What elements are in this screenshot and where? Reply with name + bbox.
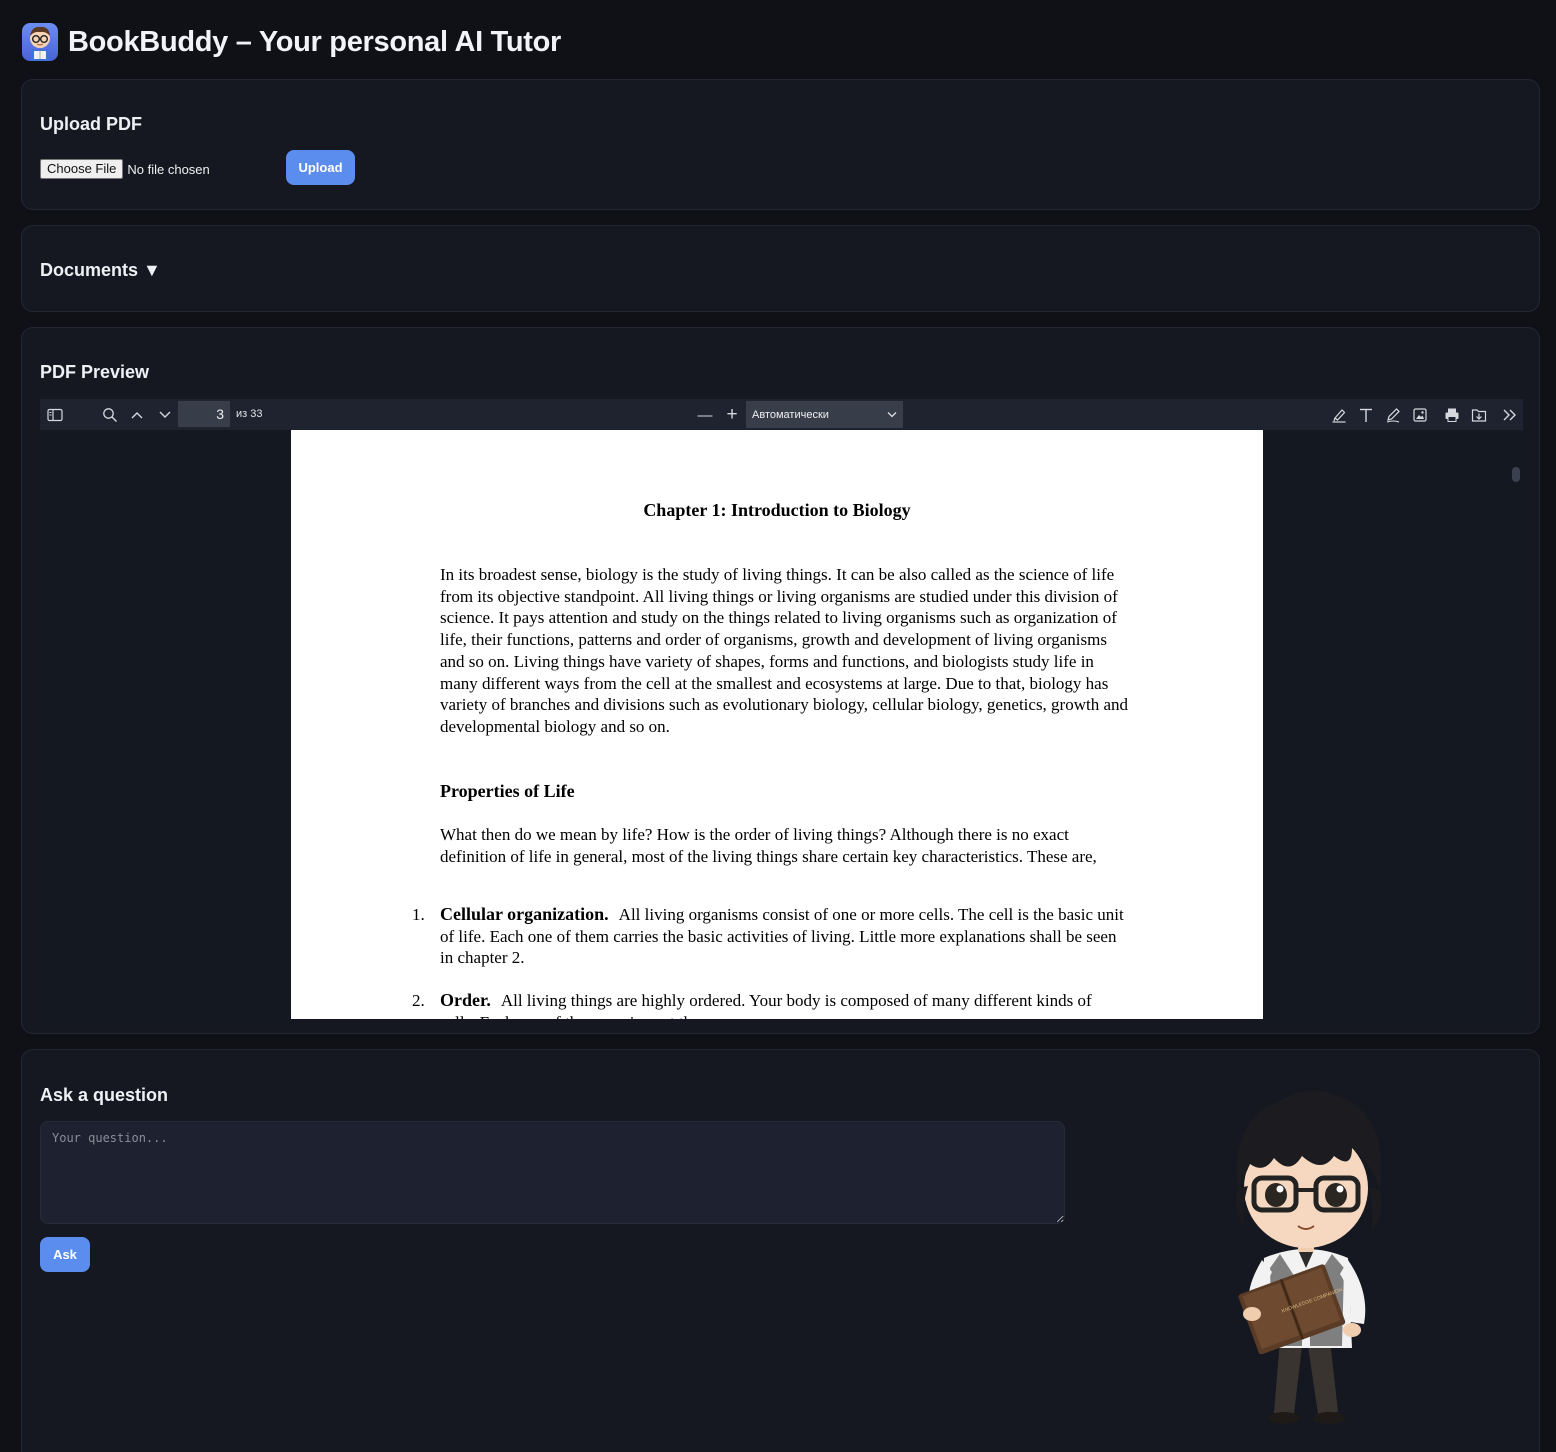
section-paragraph: What then do we mean by life? How is the… xyxy=(440,825,1097,866)
list-item-term: Cellular organization. xyxy=(440,904,609,924)
zoom-select-value: Автоматически xyxy=(752,408,829,421)
preview-card: PDF Preview из 33 — + Автоматически xyxy=(21,327,1540,1034)
list-item: 1. Cellular organization. All living orga… xyxy=(412,904,1130,969)
pdf-page: Chapter 1: Introduction to Biology In it… xyxy=(291,430,1263,1019)
pdf-viewer[interactable]: из 33 — + Автоматически xyxy=(40,399,1523,1019)
file-input[interactable]: Choose File No file chosen xyxy=(40,159,210,179)
section-heading: Properties of Life xyxy=(440,781,575,801)
image-icon[interactable] xyxy=(1409,404,1431,426)
text-tool-icon[interactable] xyxy=(1355,404,1377,426)
draw-icon[interactable] xyxy=(1382,404,1404,426)
ask-title: Ask a question xyxy=(40,1085,169,1105)
page-number-input[interactable] xyxy=(178,401,230,427)
print-icon[interactable] xyxy=(1441,404,1463,426)
chapter-title: Chapter 1: Introduction to Biology xyxy=(643,500,911,520)
upload-button[interactable]: Upload xyxy=(286,150,355,185)
list-item-text: All living things are highly ordered. Yo… xyxy=(440,991,1092,1019)
student-reading-icon xyxy=(22,23,58,61)
choose-file-button[interactable]: Choose File xyxy=(40,159,124,179)
highlight-icon[interactable] xyxy=(1328,404,1350,426)
upload-title: Upload PDF xyxy=(40,114,142,134)
question-input[interactable] xyxy=(40,1121,1065,1224)
list-item-term: Order. xyxy=(440,990,491,1010)
sidebar-toggle-icon[interactable] xyxy=(44,404,66,426)
documents-toggle[interactable]: Documents ▼ xyxy=(40,260,161,281)
file-status: No file chosen xyxy=(127,161,210,177)
documents-card[interactable]: Documents ▼ xyxy=(21,225,1540,312)
intro-paragraph: In its broadest sense, biology is the st… xyxy=(440,565,1129,736)
preview-title: PDF Preview xyxy=(40,362,150,382)
chevron-down-icon xyxy=(887,409,897,421)
search-icon[interactable] xyxy=(99,404,121,426)
zoom-in-icon[interactable]: + xyxy=(721,404,743,426)
page-count: из 33 xyxy=(236,408,263,420)
list-item-number: 2. xyxy=(412,991,425,1010)
list-item: 2. Order. All living things are highly or… xyxy=(412,990,1130,1019)
previous-page-icon[interactable] xyxy=(126,404,148,426)
zoom-select[interactable]: Автоматически xyxy=(746,401,903,428)
app-title: BookBuddy – Your personal AI Tutor xyxy=(68,25,562,58)
app-header: BookBuddy – Your personal AI Tutor xyxy=(22,22,561,62)
ask-button[interactable]: Ask xyxy=(40,1237,90,1272)
more-tools-icon[interactable] xyxy=(1499,404,1521,426)
next-page-icon[interactable] xyxy=(154,404,176,426)
ask-card: Ask a question Ask K xyxy=(21,1049,1540,1452)
upload-card: Upload PDF Choose File No file chosen Up… xyxy=(21,79,1540,210)
list-item-number: 1. xyxy=(412,905,425,924)
pdf-toolbar: из 33 — + Автоматически xyxy=(40,399,1523,430)
save-icon[interactable] xyxy=(1468,404,1490,426)
scrollbar-thumb[interactable] xyxy=(1512,467,1520,482)
tutor-mascot-image: KNOWLEDGE COMPANION xyxy=(1202,1078,1417,1430)
zoom-out-icon[interactable]: — xyxy=(694,404,716,426)
